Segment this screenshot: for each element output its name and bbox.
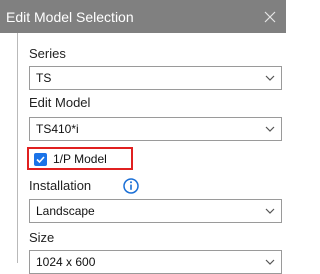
series-label: Series bbox=[29, 46, 66, 61]
edit-model-dropdown[interactable]: TS410*i bbox=[29, 117, 282, 141]
size-dropdown[interactable]: 1024 x 600 bbox=[29, 250, 282, 274]
one-p-model-checkbox-highlight: 1/P Model bbox=[27, 147, 133, 170]
dialog-title-bar: Edit Model Selection bbox=[0, 0, 286, 33]
selection-panel: Series TS Edit Model TS410*i 1/P Model I… bbox=[17, 33, 286, 274]
installation-dropdown[interactable]: Landscape bbox=[29, 199, 282, 223]
installation-value: Landscape bbox=[36, 204, 95, 218]
chevron-down-icon bbox=[265, 208, 275, 214]
series-value: TS bbox=[36, 71, 52, 85]
check-icon bbox=[36, 156, 45, 164]
one-p-model-checkbox[interactable] bbox=[34, 153, 47, 166]
close-icon bbox=[264, 11, 276, 22]
close-button[interactable] bbox=[254, 0, 286, 33]
one-p-model-label[interactable]: 1/P Model bbox=[53, 152, 107, 166]
edit-model-label: Edit Model bbox=[29, 95, 91, 110]
series-dropdown[interactable]: TS bbox=[29, 66, 282, 90]
info-icon[interactable] bbox=[123, 178, 139, 194]
chevron-down-icon bbox=[265, 75, 275, 81]
installation-label: Installation bbox=[29, 178, 92, 193]
edit-model-value: TS410*i bbox=[36, 122, 79, 136]
chevron-down-icon bbox=[265, 259, 275, 265]
size-label: Size bbox=[29, 230, 55, 245]
size-value: 1024 x 600 bbox=[36, 255, 96, 269]
chevron-down-icon bbox=[265, 126, 275, 132]
dialog-title: Edit Model Selection bbox=[6, 8, 134, 25]
